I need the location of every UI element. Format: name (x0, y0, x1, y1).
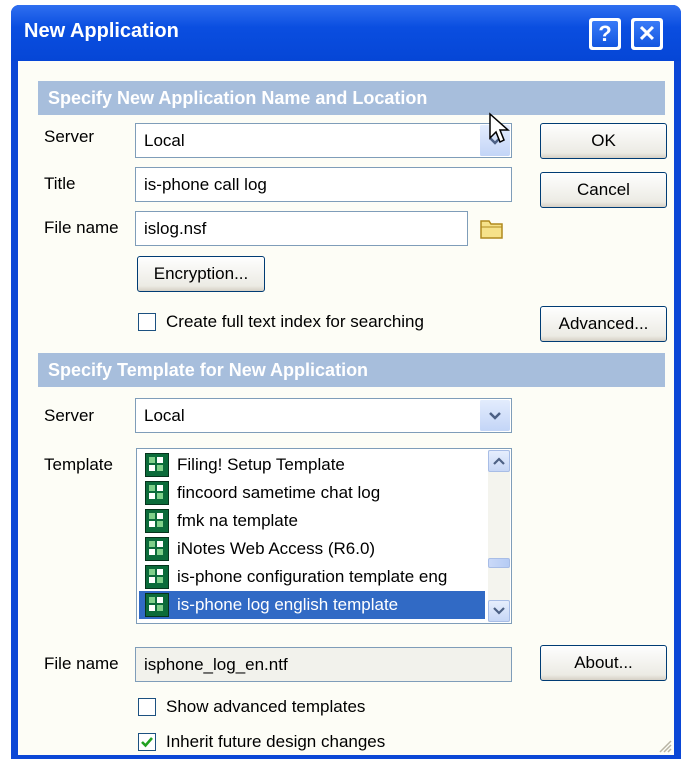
server-label: Server (44, 127, 95, 146)
template-list-item-label: fmk na template (177, 511, 298, 530)
filename-input[interactable]: islog.nsf (135, 211, 468, 246)
notes-database-icon (145, 481, 169, 505)
help-icon: ? (592, 21, 618, 47)
template-filename-label: File name (44, 654, 119, 673)
show-advanced-label: Show advanced templates (166, 697, 366, 716)
filename-value: islog.nsf (144, 218, 207, 238)
template-scrollbar[interactable] (488, 450, 510, 622)
template-list-item[interactable]: fmk na template (139, 507, 485, 535)
scroll-down-button[interactable] (488, 600, 510, 622)
chevron-down-icon (493, 607, 505, 615)
template-list-item-label: fincoord sametime chat log (177, 483, 381, 502)
notes-database-icon (145, 537, 169, 561)
ok-button[interactable]: OK (540, 123, 667, 159)
template-list-item-label: is-phone log english template (177, 595, 399, 614)
notes-database-icon (145, 509, 169, 533)
template-filename-field: isphone_log_en.ntf (135, 647, 512, 682)
template-list-item[interactable]: iNotes Web Access (R6.0) (139, 535, 485, 563)
template-label: Template (44, 455, 113, 474)
template-server-value: Local (144, 405, 185, 425)
folder-icon (480, 220, 503, 239)
help-button[interactable]: ? (589, 18, 621, 50)
encryption-button[interactable]: Encryption... (137, 256, 265, 292)
server-value: Local (144, 130, 185, 150)
template-filename-value: isphone_log_en.ntf (144, 654, 288, 674)
show-advanced-checkbox[interactable] (138, 698, 156, 716)
chevron-down-icon (489, 411, 501, 420)
mouse-pointer-icon (489, 112, 510, 144)
template-list-item-label: Filing! Setup Template (177, 455, 345, 474)
window-title: New Application (24, 20, 179, 42)
resize-grip-icon[interactable] (656, 737, 672, 753)
inherit-checkbox[interactable] (138, 733, 156, 751)
notes-database-icon (145, 593, 169, 617)
template-list-item[interactable]: Filing! Setup Template (139, 451, 485, 479)
template-server-label: Server (44, 406, 95, 425)
title-input[interactable]: is-phone call log (135, 167, 512, 202)
server-dropdown[interactable]: Local (135, 123, 512, 158)
template-list-item[interactable]: is-phone configuration template eng (139, 563, 485, 591)
notes-database-icon (145, 565, 169, 589)
close-icon: ✕ (634, 21, 660, 47)
scroll-up-button[interactable] (488, 450, 510, 472)
template-list-item-label: is-phone configuration template eng (177, 567, 448, 586)
title-label: Title (44, 174, 76, 193)
about-button[interactable]: About... (540, 645, 667, 681)
fulltext-label: Create full text index for searching (166, 312, 424, 331)
scroll-thumb[interactable] (488, 558, 510, 568)
filename-label: File name (44, 218, 119, 237)
checkmark-icon (141, 737, 153, 748)
advanced-button[interactable]: Advanced... (540, 306, 667, 342)
template-list-item[interactable]: is-phone log english template (139, 591, 485, 619)
template-server-dropdown-button[interactable] (479, 400, 510, 431)
chevron-up-icon (493, 457, 505, 465)
inherit-label: Inherit future design changes (166, 732, 386, 751)
close-button[interactable]: ✕ (631, 18, 663, 50)
template-listbox[interactable]: Filing! Setup Template fincoord sametime … (136, 448, 512, 624)
cancel-button[interactable]: Cancel (540, 172, 667, 208)
browse-folder-button[interactable] (474, 214, 510, 244)
location-section-heading: Specify New Application Name and Locatio… (38, 81, 665, 115)
fulltext-checkbox[interactable] (138, 313, 156, 331)
template-server-dropdown[interactable]: Local (135, 398, 512, 433)
template-section-heading: Specify Template for New Application (38, 353, 665, 387)
template-list-item[interactable]: fincoord sametime chat log (139, 479, 485, 507)
notes-database-icon (145, 453, 169, 477)
title-value: is-phone call log (144, 174, 267, 194)
template-list-item-label: iNotes Web Access (R6.0) (177, 539, 376, 558)
